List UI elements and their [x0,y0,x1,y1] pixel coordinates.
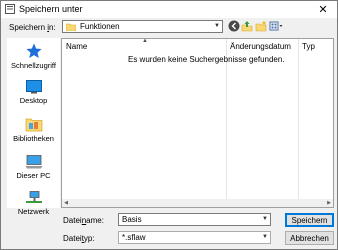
scroll-right-icon[interactable]: ▶ [325,199,333,207]
chevron-down-icon: ▼ [214,23,220,29]
sidebar-item-this-pc[interactable]: Dieser PC [7,155,60,180]
filename-value: Basis [122,215,142,224]
filename-label: Dateiname: [63,216,104,225]
network-icon [25,191,42,203]
chevron-down-icon: ▼ [262,234,268,240]
save-button[interactable]: Speichern [285,213,334,227]
location-label: Speichern in: [9,23,56,32]
column-header-name[interactable]: Name [62,39,226,52]
this-pc-icon [25,155,42,169]
quick-access-icon [25,43,42,58]
sidebar-item-label: Netzwerk [17,207,50,216]
column-separator [298,39,299,199]
sidebar-item-quick-access[interactable]: Schnellzugriff [7,43,60,70]
empty-results-message: Es wurden keine Suchergebnisse gefunden. [128,55,285,64]
column-header-type[interactable]: Typ [298,39,333,52]
libraries-icon [25,118,42,132]
sidebar-item-label: Dieser PC [16,171,51,180]
cancel-button[interactable]: Abbrechen [285,231,334,245]
scroll-left-icon[interactable]: ◀ [62,199,70,207]
horizontal-scrollbar[interactable]: ◀ ▶ [62,199,333,207]
location-value: Funktionen [80,22,120,31]
up-folder-icon[interactable] [241,20,253,32]
close-icon: ✕ [318,3,328,16]
view-menu-icon[interactable] [269,20,283,32]
sidebar-item-label: Schnellzugriff [11,61,56,70]
back-icon[interactable] [228,20,240,32]
folder-icon [66,23,76,31]
sidebar-item-libraries[interactable]: Bibliotheken [7,116,60,143]
save-dialog: Speichern unter ✕ Speichern in: Funktion… [0,0,338,250]
filetype-value: *.sflaw [122,233,146,242]
sidebar-item-label: Bibliotheken [13,134,54,143]
sidebar-item-label: Desktop [19,96,48,105]
sidebar-item-network[interactable]: Netzwerk [7,191,60,216]
new-folder-icon[interactable] [255,20,267,32]
file-list[interactable]: ▲ Name Änderungsdatum Typ Es wurden kein… [61,38,334,208]
desktop-icon [25,80,42,94]
filename-input[interactable]: Basis ▼ [118,213,271,226]
filetype-label: Dateityp: [63,234,95,243]
app-icon [5,4,15,14]
navigation-sidebar: Schnellzugriff Desktop Bibliotheken Dies… [7,38,60,216]
window-title: Speichern unter [19,4,83,14]
title-bar: Speichern unter ✕ [1,1,337,18]
column-header-modified[interactable]: Änderungsdatum [226,39,298,52]
close-button[interactable]: ✕ [311,1,335,17]
filetype-select[interactable]: *.sflaw ▼ [118,231,271,244]
sidebar-item-desktop[interactable]: Desktop [7,80,60,105]
location-combobox[interactable]: Funktionen ▼ [62,20,223,33]
chevron-down-icon[interactable]: ▼ [262,216,268,222]
